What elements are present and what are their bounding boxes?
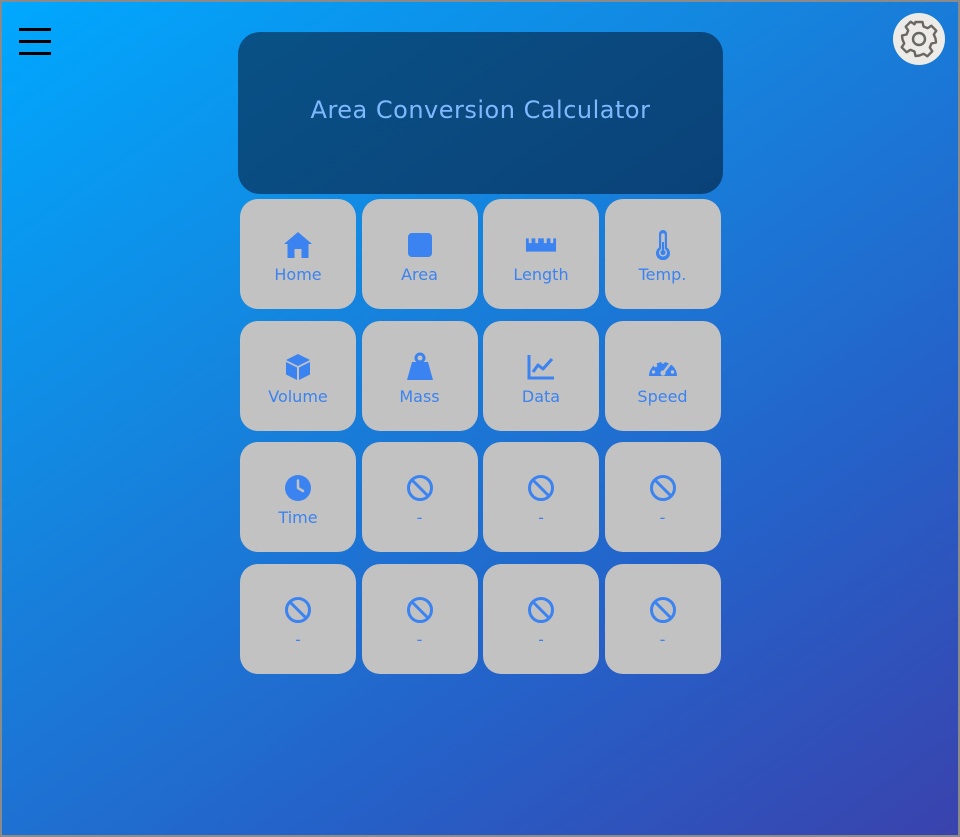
tile-label: -	[538, 629, 544, 649]
tile-empty[interactable]: -	[604, 442, 721, 552]
ban-icon	[404, 472, 436, 504]
ban-icon	[525, 594, 557, 626]
square-icon	[404, 229, 436, 261]
tile-label: -	[538, 508, 544, 527]
tile-label: Speed	[637, 386, 688, 406]
page-title: Area Conversion Calculator	[310, 96, 651, 124]
tile-mass[interactable]: Mass	[361, 320, 478, 431]
clock-icon	[282, 472, 314, 504]
tile-label: Time	[278, 508, 318, 527]
tile-empty[interactable]: -	[361, 442, 478, 552]
title-panel: Area Conversion Calculator	[238, 32, 723, 194]
ban-icon	[525, 472, 557, 504]
tile-label: Mass	[399, 386, 440, 406]
weight-icon	[404, 351, 436, 383]
tile-length[interactable]: Length	[483, 199, 599, 309]
gear-icon	[900, 20, 938, 58]
home-icon	[282, 229, 314, 261]
tile-speed[interactable]: Speed	[604, 320, 721, 431]
tile-label: -	[416, 508, 423, 527]
tile-label: -	[416, 629, 423, 649]
tile-empty[interactable]: -	[604, 563, 721, 674]
tile-data[interactable]: Data	[483, 320, 599, 431]
tile-volume[interactable]: Volume	[240, 320, 356, 431]
cube-icon	[282, 351, 314, 383]
ban-icon	[647, 472, 679, 504]
tile-label: Data	[521, 386, 561, 406]
thermometer-icon	[647, 229, 679, 261]
ban-icon	[404, 594, 436, 626]
tile-home[interactable]: Home	[240, 199, 356, 309]
tile-area[interactable]: Area	[361, 199, 478, 309]
tile-label: -	[295, 629, 301, 649]
tile-time[interactable]: Time	[240, 442, 356, 552]
tile-label: Home	[274, 265, 322, 284]
tile-empty[interactable]: -	[483, 563, 599, 674]
tile-label: -	[659, 629, 666, 649]
ban-icon	[647, 594, 679, 626]
tile-label: Area	[401, 265, 438, 284]
tile-empty[interactable]: -	[361, 563, 478, 674]
tile-empty[interactable]: -	[240, 563, 356, 674]
ban-icon	[282, 594, 314, 626]
speedometer-icon	[647, 351, 679, 383]
ruler-icon	[525, 229, 557, 261]
converter-grid: Home Area Length Temp. Volume Mass Data …	[240, 199, 724, 674]
tile-label: Volume	[268, 386, 328, 406]
tile-label: Length	[513, 265, 569, 284]
settings-button[interactable]	[893, 13, 945, 65]
tile-label: Temp.	[638, 265, 687, 284]
tile-empty[interactable]: -	[483, 442, 599, 552]
tile-label: -	[659, 508, 666, 527]
tile-temp[interactable]: Temp.	[604, 199, 721, 309]
menu-button[interactable]	[19, 24, 51, 58]
line-chart-icon	[525, 351, 557, 383]
hamburger-icon	[19, 28, 51, 31]
